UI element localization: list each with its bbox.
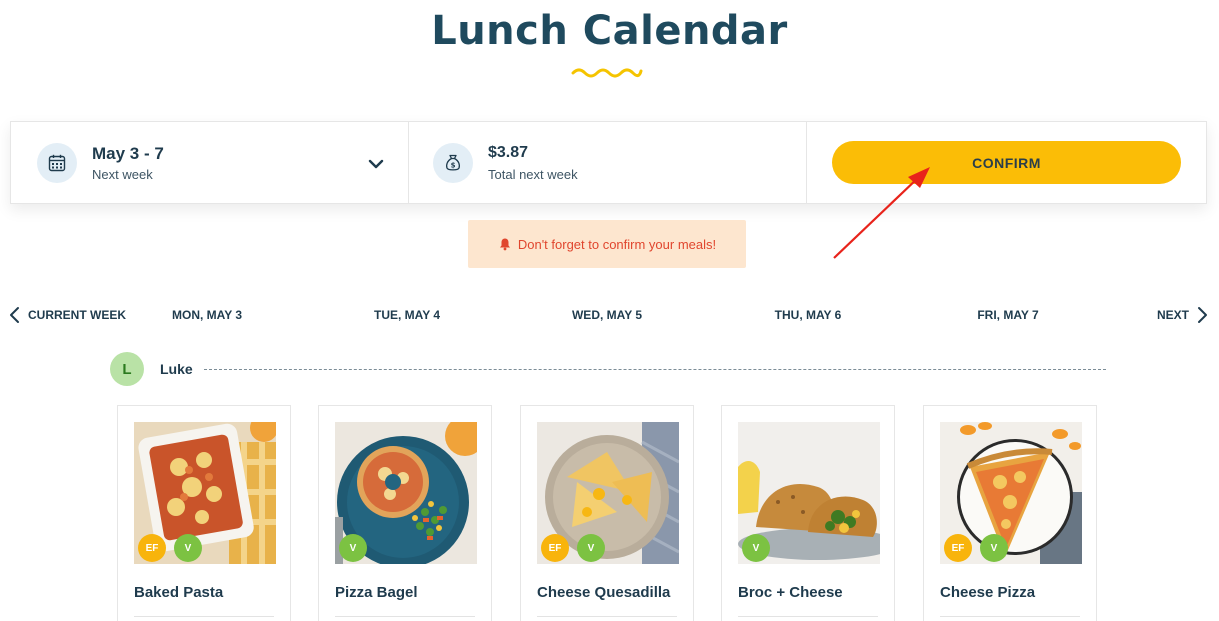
title-squiggle-decoration — [571, 68, 643, 78]
day-header-thu: THU, MAY 6 — [774, 308, 842, 322]
vegetarian-tag: V — [339, 534, 367, 562]
calendar-icon — [37, 143, 77, 183]
total-amount: $3.87 — [488, 144, 529, 161]
meal-card-cheese-pizza[interactable]: EF V Cheese Pizza — [923, 405, 1097, 621]
vegetarian-tag: V — [980, 534, 1008, 562]
avatar: L — [110, 352, 144, 386]
current-week-link[interactable]: CURRENT WEEK — [8, 306, 126, 324]
meal-card-baked-pasta[interactable]: EF V Baked Pasta — [117, 405, 291, 621]
vegetarian-tag: V — [174, 534, 202, 562]
page-title: Lunch Calendar — [431, 8, 788, 54]
week-summary-bar: May 3 - 7 Next week $ $3.87 Total next w… — [10, 121, 1207, 204]
meal-name: Cheese Pizza — [940, 584, 1036, 601]
money-bag-icon: $ — [433, 143, 473, 183]
next-week-label: NEXT — [1156, 308, 1189, 322]
day-header-tue: TUE, MAY 4 — [373, 308, 441, 322]
meal-name: Cheese Quesadilla — [537, 584, 671, 601]
card-divider — [134, 616, 274, 617]
chevron-left-icon — [10, 307, 19, 323]
meal-card-cheese-quesadilla[interactable]: EF V Cheese Quesadilla — [520, 405, 694, 621]
meal-name: Pizza Bagel — [335, 584, 418, 601]
current-week-label: CURRENT WEEK — [28, 308, 126, 322]
egg-free-tag: EF — [541, 534, 569, 562]
meal-card-broc-cheese[interactable]: V Broc + Cheese — [721, 405, 895, 621]
egg-free-tag: EF — [138, 534, 166, 562]
confirm-reminder-banner: Don't forget to confirm your meals! — [468, 220, 746, 268]
reminder-text: Don't forget to confirm your meals! — [517, 236, 717, 252]
card-divider — [335, 616, 475, 617]
svg-text:$: $ — [451, 162, 456, 170]
vegetarian-tag: V — [742, 534, 770, 562]
bell-icon — [499, 238, 510, 251]
week-navigation: CURRENT WEEK MON, MAY 3 TUE, MAY 4 WED, … — [0, 306, 1219, 326]
child-name: Luke — [160, 361, 193, 377]
next-week-link[interactable]: NEXT — [1157, 306, 1209, 324]
chevron-down-icon[interactable] — [367, 155, 385, 173]
total-sublabel: Total next week — [488, 167, 578, 182]
week-selector[interactable]: May 3 - 7 Next week — [11, 122, 409, 203]
child-row: L Luke — [110, 352, 1106, 386]
meal-name: Baked Pasta — [134, 584, 224, 601]
card-divider — [738, 616, 878, 617]
egg-free-tag: EF — [944, 534, 972, 562]
weekly-total: $ $3.87 Total next week — [409, 122, 807, 203]
annotation-arrow — [833, 167, 930, 259]
day-header-mon: MON, MAY 3 — [171, 308, 243, 322]
meal-name: Broc + Cheese — [738, 584, 843, 601]
day-header-fri: FRI, MAY 7 — [977, 308, 1039, 322]
card-divider — [537, 616, 677, 617]
chevron-right-icon — [1198, 307, 1207, 323]
day-header-wed: WED, MAY 5 — [571, 308, 643, 322]
week-range: May 3 - 7 — [92, 144, 164, 163]
vegetarian-tag: V — [577, 534, 605, 562]
week-sublabel: Next week — [92, 167, 153, 182]
card-divider — [940, 616, 1080, 617]
meal-card-pizza-bagel[interactable]: V Pizza Bagel — [318, 405, 492, 621]
dashed-divider — [204, 369, 1106, 370]
